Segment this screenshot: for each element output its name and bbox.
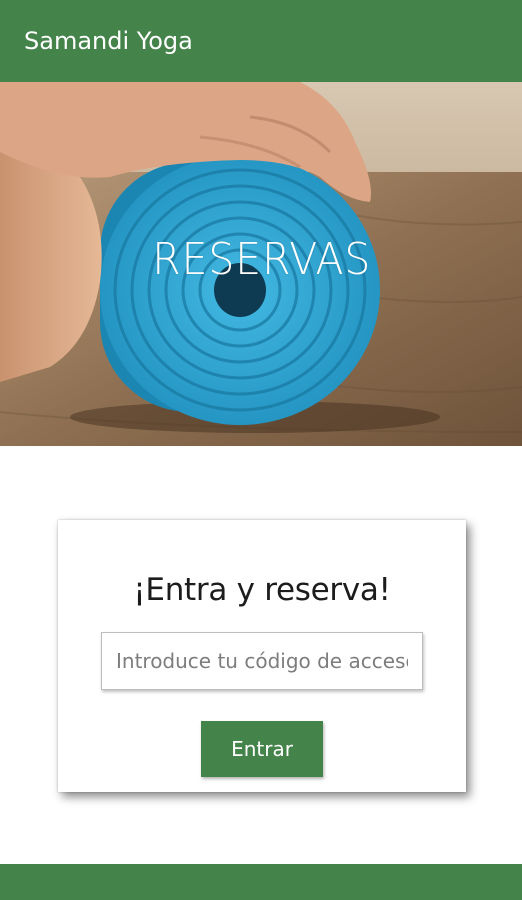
hero-banner: RESERVAS [0,82,522,446]
bottom-bar [0,864,522,900]
app-bar: Samandi Yoga [0,0,522,82]
hero-caption-text: RESERVAS [152,233,372,285]
hero-caption: RESERVAS [0,82,522,446]
app-title: Samandi Yoga [24,27,193,55]
enter-button[interactable]: Entrar [201,721,323,777]
login-card: ¡Entra y reserva! Entrar [58,520,466,792]
access-code-input[interactable] [101,632,423,690]
login-heading: ¡Entra y reserva! [133,572,391,608]
